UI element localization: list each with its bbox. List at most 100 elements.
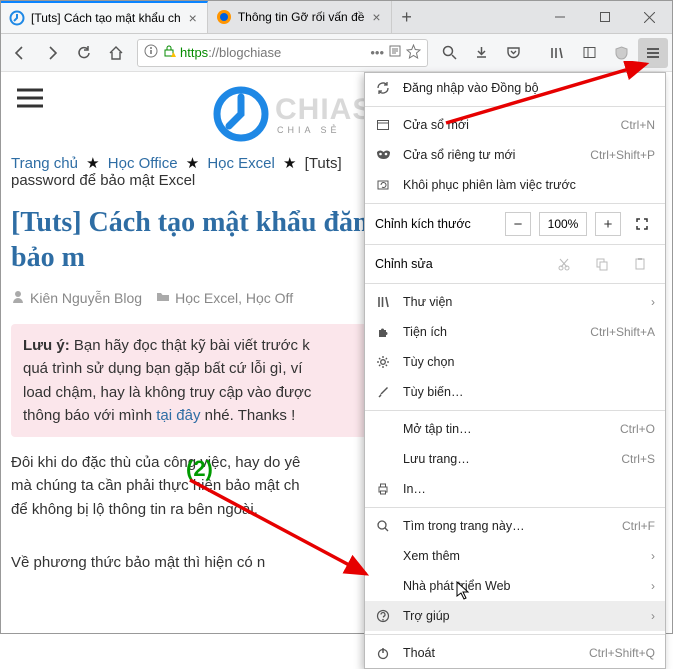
close-window-button[interactable] [627,1,672,34]
search-button[interactable] [434,38,464,68]
menu-new-window[interactable]: Cửa sổ mới Ctrl+N [365,110,665,140]
pocket-button[interactable] [498,38,528,68]
tab-active[interactable]: [Tuts] Cách tạo mật khẩu ch × [1,1,208,33]
category[interactable]: Học Excel, Học Off [175,290,293,306]
forward-button[interactable] [37,38,67,68]
breadcrumb-link[interactable]: Học Excel [207,155,275,172]
reload-button[interactable] [69,38,99,68]
menu-label: Nhà phát triển Web [403,579,639,593]
blank-icon [375,451,391,467]
menu-label: Khôi phục phiên làm việc trước [403,178,655,192]
library-button[interactable] [542,38,572,68]
menu-open-file[interactable]: Mở tập tin… Ctrl+O [365,414,665,444]
tab-inactive[interactable]: Thông tin Gỡ rối vấn đề × [208,1,392,33]
window-controls [537,1,672,34]
info-icon[interactable] [144,44,158,61]
tab-close-icon[interactable]: × [187,10,199,26]
minimize-button[interactable] [537,1,582,34]
menu-save-page[interactable]: Lưu trang… Ctrl+S [365,444,665,474]
blank-icon [375,578,391,594]
menu-more[interactable]: Xem thêm › [365,541,665,571]
bookmark-star-icon[interactable] [406,44,421,62]
new-tab-button[interactable]: + [392,7,422,28]
paint-icon [375,384,391,400]
breadcrumb-link[interactable]: Học Office [108,155,178,172]
sync-icon [375,80,391,96]
tab-close-icon[interactable]: × [370,9,382,25]
menu-private-window[interactable]: Cửa sổ riêng tư mới Ctrl+Shift+P [365,140,665,170]
menu-customize[interactable]: Tùy biến… [365,377,665,407]
menu-addons[interactable]: Tiện ích Ctrl+Shift+A [365,317,665,347]
menu-print[interactable]: In… [365,474,665,504]
menu-quit[interactable]: Thoát Ctrl+Shift+Q [365,638,665,668]
chevron-right-icon: › [651,549,655,563]
zoom-out-button[interactable]: − [505,212,531,236]
menu-sync[interactable]: Đăng nhập vào Đồng bộ [365,73,665,103]
shortcut: Ctrl+Shift+Q [589,646,655,660]
restore-icon [375,177,391,193]
menu-find[interactable]: Tìm trong trang này… Ctrl+F [365,511,665,541]
tab-title: Thông tin Gỡ rối vấn đề [238,10,365,24]
note-text: quá trình sử dụng bạn gặp bất cứ lỗi gì,… [23,360,302,377]
chevron-right-icon: › [651,609,655,623]
toolbar: https://blogchiase ••• [1,34,672,72]
mask-icon [375,147,391,163]
shield-icon[interactable] [606,38,636,68]
shortcut: Ctrl+Shift+A [590,325,655,339]
author[interactable]: Kiên Nguyễn Blog [30,290,142,306]
sidebar-button[interactable] [574,38,604,68]
separator [365,634,665,635]
home-button[interactable] [101,38,131,68]
menu-label: Mở tập tin… [403,422,608,436]
menu-label: Tùy biến… [403,385,655,399]
separator-icon: ★ [86,155,99,172]
folder-icon [156,289,170,306]
zoom-level[interactable]: 100% [539,212,587,236]
menu-restore-session[interactable]: Khôi phục phiên làm việc trước [365,170,665,200]
menu-help[interactable]: Trợ giúp › [365,601,665,631]
note-text: load chậm, hay là không truy cập vào đượ… [23,384,311,401]
app-menu-panel: Đăng nhập vào Đồng bộ Cửa sổ mới Ctrl+N … [364,72,666,669]
library-icon [375,294,391,310]
gear-icon [375,354,391,370]
menu-label: Xem thêm [403,549,639,563]
menu-label: Thoát [403,646,577,660]
address-bar[interactable]: https://blogchiase ••• [137,39,428,67]
app-menu-button[interactable] [638,38,668,68]
menu-options[interactable]: Tùy chọn [365,347,665,377]
cut-button[interactable] [549,252,579,276]
maximize-button[interactable] [582,1,627,34]
breadcrumb-link[interactable]: Trang chủ [11,155,78,172]
copy-button[interactable] [587,252,617,276]
zoom-in-button[interactable]: + [595,212,621,236]
annotation-2: (2) [186,456,213,482]
power-icon [375,645,391,661]
url-text: https://blogchiase [180,45,366,60]
menu-label: Tìm trong trang này… [403,519,610,533]
menu-library[interactable]: Thư viện › [365,287,665,317]
help-icon [375,608,391,624]
cursor-icon [456,581,472,601]
shortcut: Ctrl+S [621,452,655,466]
svg-text:CHIA SẺ: CHIA SẺ [277,124,341,135]
menu-label: Trợ giúp [403,609,639,623]
page-actions-icon[interactable]: ••• [370,45,384,60]
fullscreen-button[interactable] [629,212,655,236]
paste-button[interactable] [625,252,655,276]
menu-zoom: Chỉnh kích thước − 100% + [365,207,665,241]
menu-web-developer[interactable]: Nhà phát triển Web › [365,571,665,601]
downloads-button[interactable] [466,38,496,68]
separator [365,410,665,411]
note-link[interactable]: tại đây [156,407,200,424]
menu-label: Tùy chọn [403,355,655,369]
tab-bar: [Tuts] Cách tạo mật khẩu ch × Thông tin … [1,1,672,34]
zoom-label: Chỉnh kích thước [375,217,497,231]
breadcrumb-current: [Tuts] [305,155,342,172]
separator [365,507,665,508]
reader-icon[interactable] [388,44,402,61]
note-text: thông báo với mình [23,407,156,424]
back-button[interactable] [5,38,35,68]
blank-icon [375,548,391,564]
window-icon [375,117,391,133]
separator [365,244,665,245]
